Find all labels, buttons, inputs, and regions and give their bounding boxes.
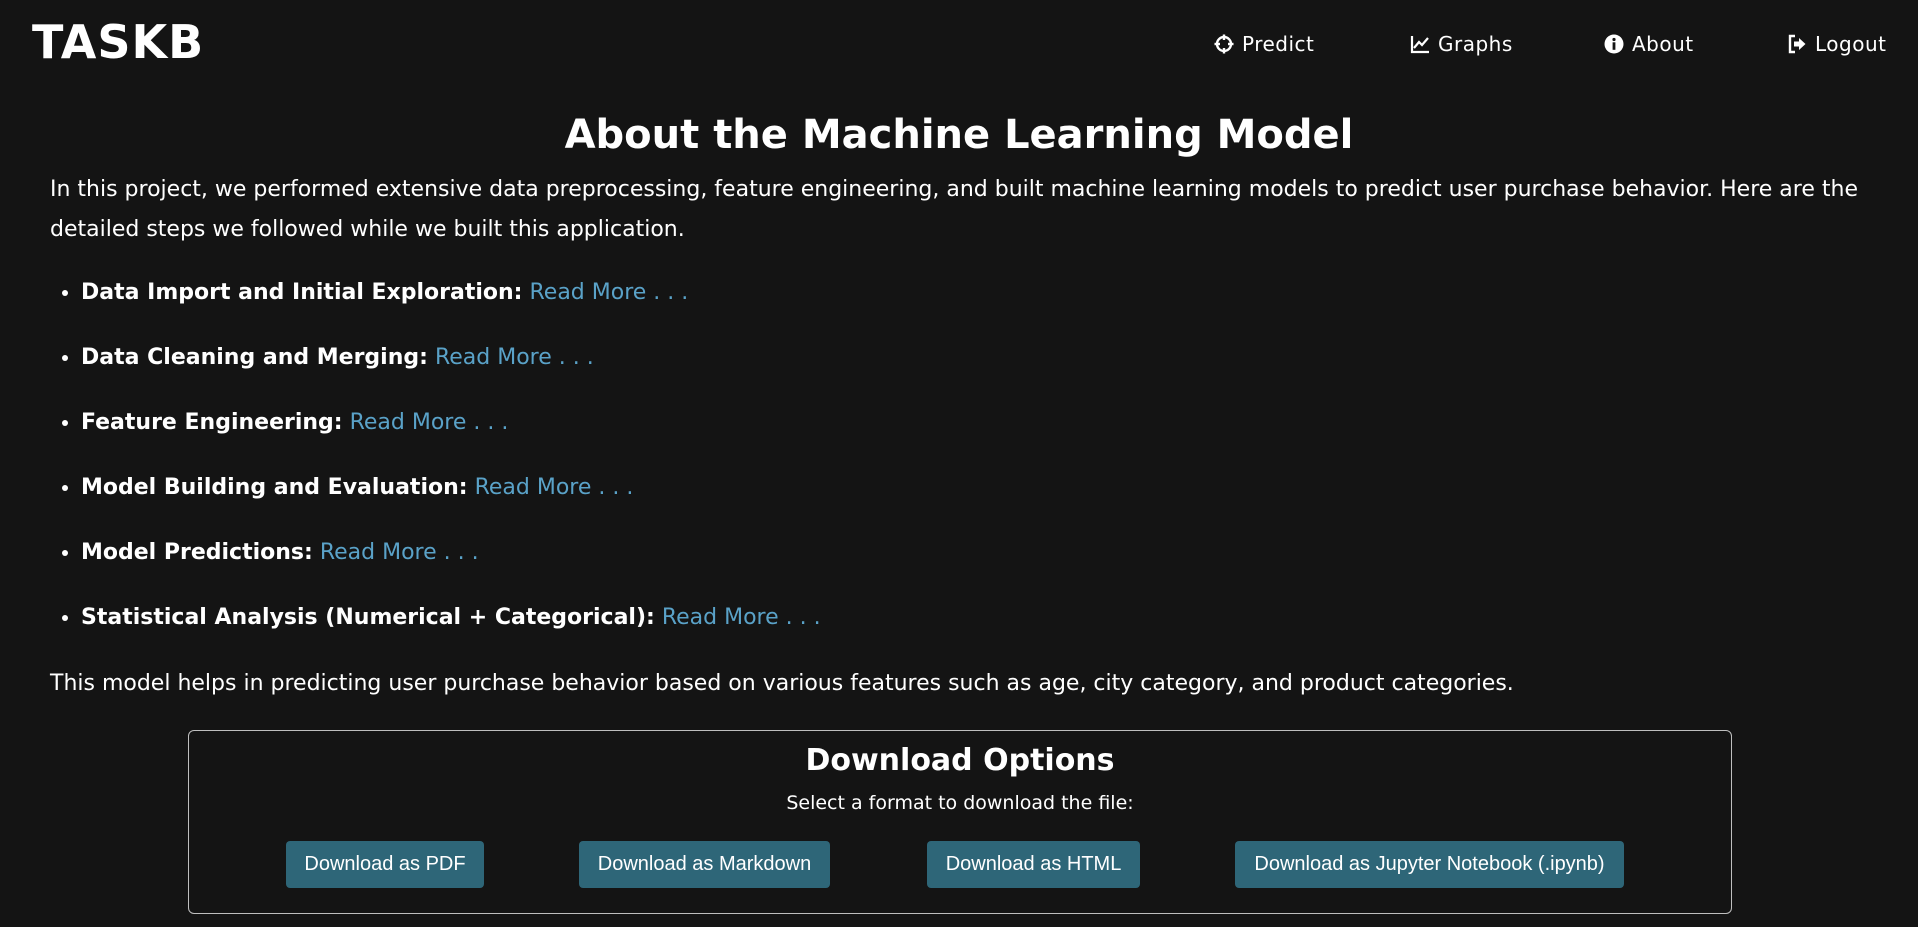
step-label: Feature Engineering: <box>81 410 343 435</box>
download-markdown-button[interactable]: Download as Markdown <box>579 841 830 888</box>
list-item: Model Building and Evaluation: Read More… <box>81 467 1901 532</box>
step-label: Model Building and Evaluation: <box>81 475 468 500</box>
read-more-link[interactable]: Read More . . . <box>662 605 821 630</box>
logo[interactable]: TASKB <box>32 14 204 70</box>
list-item: Data Cleaning and Merging: Read More . .… <box>81 337 1901 402</box>
nav-logout-label: Logout <box>1815 32 1887 56</box>
download-html-button[interactable]: Download as HTML <box>927 841 1140 888</box>
download-pdf-button[interactable]: Download as PDF <box>286 841 484 888</box>
info-circle-icon <box>1604 34 1624 54</box>
download-subtitle: Select a format to download the file: <box>786 792 1134 814</box>
logout-icon <box>1787 34 1807 54</box>
nav-logout[interactable]: Logout <box>1787 30 1886 58</box>
read-more-link[interactable]: Read More . . . <box>435 345 594 370</box>
intro-paragraph: In this project, we performed extensive … <box>50 177 1858 242</box>
list-item: Statistical Analysis (Numerical + Catego… <box>81 597 1901 662</box>
step-label: Model Predictions: <box>81 540 313 565</box>
nav-graphs[interactable]: Graphs <box>1410 30 1513 58</box>
nav-predict-label: Predict <box>1242 32 1315 56</box>
download-ipynb-button[interactable]: Download as Jupyter Notebook (.ipynb) <box>1235 841 1624 888</box>
list-item: Feature Engineering: Read More . . . <box>81 402 1901 467</box>
step-label: Data Import and Initial Exploration: <box>81 280 523 305</box>
nav-about[interactable]: About <box>1604 30 1694 58</box>
nav-predict[interactable]: Predict <box>1214 30 1314 58</box>
step-label: Statistical Analysis (Numerical + Catego… <box>81 605 655 630</box>
crosshair-icon <box>1214 34 1234 54</box>
navbar: TASKB Predict Graphs About Logout <box>0 0 1918 86</box>
read-more-link[interactable]: Read More . . . <box>320 540 479 565</box>
download-options-panel: Download Options Select a format to down… <box>188 730 1732 914</box>
step-label: Data Cleaning and Merging: <box>81 345 428 370</box>
nav-graphs-label: Graphs <box>1438 32 1513 56</box>
list-item: Data Import and Initial Exploration: Rea… <box>81 272 1901 337</box>
read-more-link[interactable]: Read More . . . <box>475 475 634 500</box>
steps-list: Data Import and Initial Exploration: Rea… <box>50 272 1901 662</box>
download-title: Download Options <box>805 743 1115 778</box>
line-chart-icon <box>1410 34 1430 54</box>
summary-paragraph: This model helps in predicting user purc… <box>50 671 1514 696</box>
nav-about-label: About <box>1632 32 1694 56</box>
read-more-link[interactable]: Read More . . . <box>350 410 509 435</box>
about-page: TASKB Predict Graphs About Logout About … <box>0 0 1918 927</box>
read-more-link[interactable]: Read More . . . <box>529 280 688 305</box>
list-item: Model Predictions: Read More . . . <box>81 532 1901 597</box>
page-title: About the Machine Learning Model <box>564 112 1354 158</box>
